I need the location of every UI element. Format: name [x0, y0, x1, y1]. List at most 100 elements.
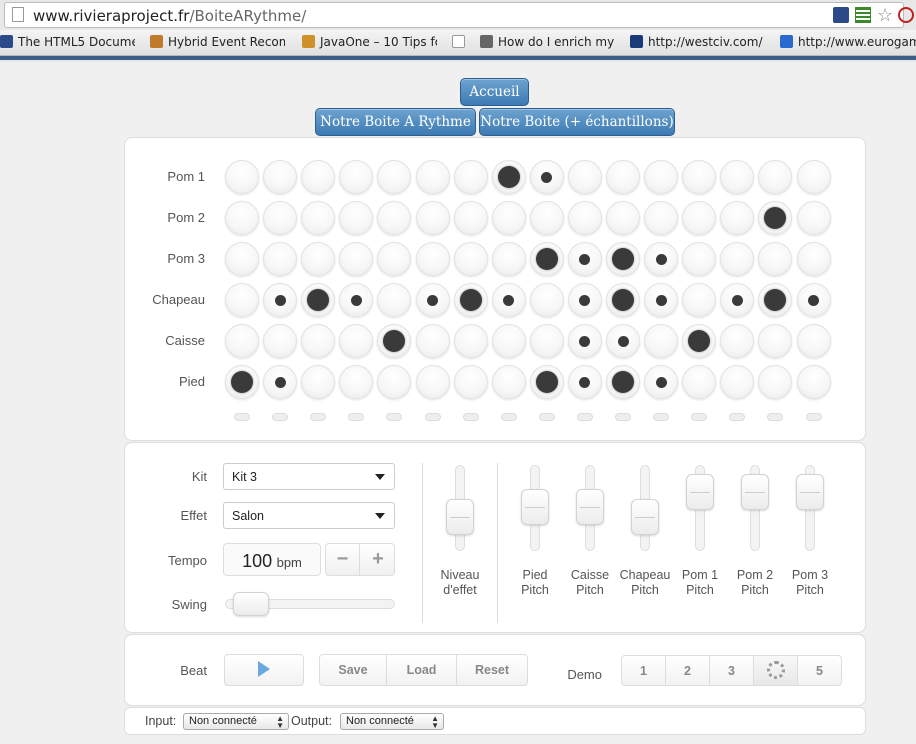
step-pad[interactable] — [567, 324, 602, 358]
step-pad[interactable] — [263, 283, 298, 317]
step-pad[interactable] — [720, 242, 755, 276]
bookmark-item[interactable]: How do I enrich my — [480, 35, 615, 49]
step-pad[interactable] — [529, 242, 564, 276]
step-pad[interactable] — [682, 324, 717, 358]
step-pad[interactable] — [225, 283, 259, 317]
step-pad[interactable] — [720, 365, 755, 399]
step-pad[interactable] — [415, 160, 450, 194]
step-pad[interactable] — [567, 242, 602, 276]
step-pad[interactable] — [225, 201, 259, 235]
vertical-slider[interactable] — [741, 465, 769, 551]
swing-slider[interactable] — [225, 592, 395, 616]
bookmark-item[interactable]: http://www.eurogam — [780, 35, 916, 49]
step-pad[interactable] — [415, 201, 450, 235]
tempo-minus-button[interactable]: − — [326, 544, 360, 575]
bookmark-item[interactable]: The HTML5 Docume — [0, 35, 135, 49]
step-pad[interactable] — [453, 283, 488, 317]
step-pad[interactable] — [758, 160, 793, 194]
step-pad[interactable] — [263, 242, 298, 276]
step-pad[interactable] — [606, 201, 640, 235]
step-pad[interactable] — [567, 365, 602, 399]
demo-button[interactable]: 3 — [709, 655, 754, 686]
step-pad[interactable] — [758, 242, 793, 276]
step-pad[interactable] — [529, 324, 564, 358]
step-pad[interactable] — [682, 242, 717, 276]
load-button[interactable]: Load — [386, 654, 457, 686]
play-button[interactable] — [224, 654, 304, 686]
step-pad[interactable] — [225, 242, 259, 276]
step-pad[interactable] — [301, 201, 336, 235]
step-pad[interactable] — [529, 365, 564, 399]
step-pad[interactable] — [377, 283, 412, 317]
step-pad[interactable] — [606, 242, 640, 276]
step-pad[interactable] — [491, 324, 526, 358]
step-pad[interactable] — [567, 283, 602, 317]
step-pad[interactable] — [682, 365, 717, 399]
step-pad[interactable] — [263, 201, 298, 235]
vertical-slider[interactable] — [631, 465, 659, 551]
reset-button[interactable]: Reset — [456, 654, 528, 686]
save-button[interactable]: Save — [319, 654, 387, 686]
vertical-slider[interactable] — [446, 465, 474, 551]
slider-thumb[interactable] — [521, 488, 549, 525]
step-pad[interactable] — [758, 324, 793, 358]
demo-button[interactable]: 1 — [621, 655, 666, 686]
slider-thumb[interactable] — [796, 473, 824, 510]
step-pad[interactable] — [301, 283, 336, 317]
demo-button[interactable]: 5 — [797, 655, 842, 686]
step-pad[interactable] — [377, 160, 412, 194]
slider-thumb[interactable] — [576, 488, 604, 525]
step-pad[interactable] — [529, 160, 564, 194]
step-pad[interactable] — [644, 201, 679, 235]
slider-thumb[interactable] — [446, 498, 474, 535]
step-pad[interactable] — [301, 365, 336, 399]
step-pad[interactable] — [453, 324, 488, 358]
slider-thumb[interactable] — [631, 498, 659, 535]
step-pad[interactable] — [644, 242, 679, 276]
step-pad[interactable] — [377, 242, 412, 276]
demo-button[interactable]: 2 — [665, 655, 710, 686]
swing-slider-thumb[interactable] — [232, 592, 269, 616]
step-pad[interactable] — [796, 365, 831, 399]
extension-icon[interactable] — [833, 7, 849, 23]
demo-loading-button[interactable] — [753, 655, 798, 686]
midi-input-select[interactable]: Non connecté ▲ ▼ — [183, 713, 289, 730]
bookmark-item[interactable]: JavaOne – 10 Tips fo — [302, 35, 437, 49]
step-pad[interactable] — [453, 242, 488, 276]
step-pad[interactable] — [301, 160, 336, 194]
step-pad[interactable] — [263, 324, 298, 358]
step-pad[interactable] — [339, 365, 374, 399]
step-pad[interactable] — [453, 160, 488, 194]
vertical-slider[interactable] — [796, 465, 824, 551]
step-pad[interactable] — [491, 283, 526, 317]
vertical-slider[interactable] — [686, 465, 714, 551]
step-pad[interactable] — [301, 324, 336, 358]
step-pad[interactable] — [415, 365, 450, 399]
step-pad[interactable] — [644, 283, 679, 317]
step-pad[interactable] — [682, 201, 717, 235]
home-button[interactable]: Accueil — [460, 78, 529, 106]
rhythm-box-samples-button[interactable]: Notre Boite (+ échantillons) — [479, 108, 675, 136]
step-pad[interactable] — [758, 283, 793, 317]
step-pad[interactable] — [529, 283, 564, 317]
step-pad[interactable] — [644, 160, 679, 194]
step-pad[interactable] — [377, 201, 412, 235]
step-pad[interactable] — [796, 160, 831, 194]
step-pad[interactable] — [758, 365, 793, 399]
vertical-slider[interactable] — [521, 465, 549, 551]
address-bar[interactable]: www.rivieraproject.fr/BoiteARythme/ ☆ — [4, 2, 914, 28]
step-pad[interactable] — [720, 201, 755, 235]
step-pad[interactable] — [453, 201, 488, 235]
step-pad[interactable] — [491, 201, 526, 235]
step-pad[interactable] — [339, 201, 374, 235]
url-text[interactable]: www.rivieraproject.fr/BoiteARythme/ — [33, 7, 306, 25]
step-pad[interactable] — [339, 283, 374, 317]
step-pad[interactable] — [796, 242, 831, 276]
step-pad[interactable] — [263, 365, 298, 399]
step-pad[interactable] — [720, 283, 755, 317]
tempo-display[interactable]: 100 bpm — [223, 543, 321, 576]
step-pad[interactable] — [567, 201, 602, 235]
step-pad[interactable] — [491, 242, 526, 276]
step-pad[interactable] — [644, 324, 679, 358]
step-pad[interactable] — [225, 324, 259, 358]
